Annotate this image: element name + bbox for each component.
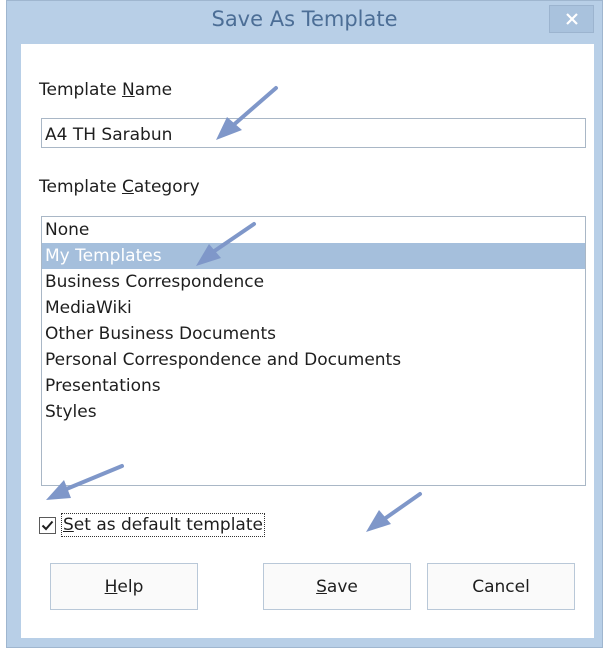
- checkmark-icon: [41, 520, 54, 530]
- list-item[interactable]: Presentations: [42, 373, 585, 399]
- list-item[interactable]: Other Business Documents: [42, 321, 585, 347]
- list-item[interactable]: Styles: [42, 399, 585, 425]
- annotation-arrow-icon: [46, 464, 124, 500]
- save-button[interactable]: Save: [263, 563, 411, 610]
- list-item[interactable]: MediaWiki: [42, 295, 585, 321]
- annotation-arrow-icon: [196, 222, 256, 266]
- list-item-selected[interactable]: My Templates: [42, 243, 585, 269]
- close-button[interactable]: [549, 5, 594, 33]
- template-category-list[interactable]: None My Templates Business Correspondenc…: [41, 216, 586, 486]
- close-icon: [565, 13, 578, 25]
- default-template-option[interactable]: Set as default template: [39, 512, 265, 538]
- template-category-label: Template Category: [39, 177, 200, 197]
- default-template-checkbox[interactable]: [39, 516, 56, 534]
- annotation-arrow-icon: [216, 86, 278, 140]
- template-name-input[interactable]: [41, 118, 586, 148]
- list-item[interactable]: None: [42, 217, 585, 243]
- dialog-title: Save As Template: [211, 7, 398, 31]
- dialog-content: Template Name Template Category None My …: [21, 44, 594, 638]
- annotation-arrow-icon: [366, 492, 422, 532]
- help-button[interactable]: Help: [50, 563, 198, 610]
- template-name-label: Template Name: [39, 80, 173, 100]
- list-item[interactable]: Personal Correspondence and Documents: [42, 347, 585, 373]
- title-bar[interactable]: Save As Template: [7, 1, 602, 37]
- list-item[interactable]: Business Correspondence: [42, 269, 585, 295]
- default-template-label[interactable]: Set as default template: [61, 513, 265, 537]
- dialog-window: Save As Template Template Name Template …: [6, 0, 603, 648]
- cancel-button[interactable]: Cancel: [427, 563, 575, 610]
